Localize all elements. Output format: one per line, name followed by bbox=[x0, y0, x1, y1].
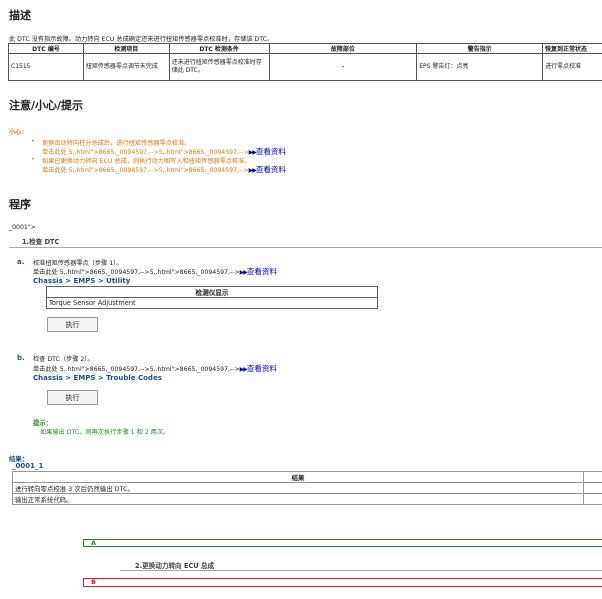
step1-title: 1.检查 DTC bbox=[22, 238, 60, 246]
description-heading: 描述 bbox=[9, 9, 31, 22]
dtc-cell-condition: 还未进行扭矩传感器零点校准时存储此 DTC。 bbox=[168, 53, 270, 81]
procedure-fragment: _0001"> bbox=[9, 224, 36, 231]
dtc-cell-item: 扭矩传感器零点调节未完成 bbox=[82, 53, 170, 81]
table-row: 进行转向零点校准 3 次后仍然输出 DTC。 bbox=[11, 482, 602, 494]
caution-label: 小心： bbox=[9, 129, 28, 136]
dtc-table-header-row: DTC 编号 检测项目 DTC 检测条件 故障部位 警告指示 恢复到正常状态 bbox=[8, 43, 602, 54]
dtc-table: DTC 编号 检测项目 DTC 检测条件 故障部位 警告指示 恢复到正常状态 C… bbox=[8, 43, 602, 81]
double-triangle-right-icon: ▶▶ bbox=[248, 167, 257, 174]
hint-label: 提示： bbox=[33, 419, 53, 427]
step-b-line2: 单击此处 5,.html">8665,_0094597,-->5,.html">… bbox=[33, 363, 277, 374]
step-a-ref: 单击此处 5,.html">8665,_0094597,-->5,.html">… bbox=[33, 269, 240, 276]
caution-item-2-ref: 单击此处 5,.html">8665,_0094597,-->5,.html">… bbox=[42, 167, 249, 174]
double-triangle-right-icon: ▶▶ bbox=[248, 149, 257, 156]
caution-item-2-line2: 单击此处 5,.html">8665,_0094597,-->5,.html">… bbox=[42, 164, 286, 175]
divider bbox=[120, 570, 602, 571]
execute-button[interactable]: 执行 bbox=[47, 317, 98, 332]
dtc-table-row: C1515 扭矩传感器零点调节未完成 还未进行扭矩传感器零点校准时存储此 DTC… bbox=[8, 53, 602, 81]
result-header: 结果 bbox=[11, 471, 585, 483]
double-triangle-right-icon: ▶▶ bbox=[239, 366, 248, 373]
result-header-extra bbox=[583, 471, 602, 483]
tester-display-value: Torque Sensor Adjustment bbox=[46, 297, 378, 309]
result-cell: 进行转向零点校准 3 次后仍然输出 DTC。 bbox=[11, 482, 585, 494]
branch-b-label: B bbox=[91, 578, 96, 586]
tester-display-header: 检测仪显示 bbox=[46, 286, 378, 298]
procedure-heading: 程序 bbox=[9, 198, 31, 211]
result-cell: 输出正常系统代码。 bbox=[11, 493, 585, 505]
result-header-row: 结果 bbox=[11, 471, 602, 483]
execute-button[interactable]: 执行 bbox=[47, 390, 98, 405]
table-row: 输出正常系统代码。 bbox=[11, 493, 602, 505]
result-cell-extra bbox=[583, 493, 602, 505]
hint-text: 如果输出 DTC，则再次执行步骤 1 和 2 两次。 bbox=[40, 429, 170, 436]
branch-b-box: B bbox=[83, 578, 602, 587]
branch-a-label: A bbox=[91, 539, 97, 547]
step-a-link[interactable]: 查看资料 bbox=[247, 267, 277, 276]
caution-item-1-link[interactable]: 查看资料 bbox=[256, 147, 286, 156]
dtc-header-cell: 检测项目 bbox=[82, 43, 170, 54]
dtc-header-cell: 故障部位 bbox=[268, 43, 418, 54]
caution-bullet: • bbox=[31, 156, 35, 163]
dtc-header-cell: DTC 检测条件 bbox=[168, 43, 270, 54]
step-b-path: Chassis > EMPS > Trouble Codes bbox=[33, 374, 162, 382]
tester-display-table: 检测仪显示 Torque Sensor Adjustment bbox=[46, 286, 378, 309]
step-a-marker: a. bbox=[17, 258, 25, 266]
dtc-header-cell: 恢复到正常状态 bbox=[542, 43, 602, 54]
caution-item-1-ref: 单击此处 5,.html">8665,_0094597,-->5,.html">… bbox=[42, 149, 249, 156]
step2-title: 2.更换动力转向 ECU 总成 bbox=[135, 562, 215, 570]
dtc-header-cell: DTC 编号 bbox=[8, 43, 84, 54]
step-b-marker: b. bbox=[17, 354, 25, 362]
step-b-link[interactable]: 查看资料 bbox=[247, 364, 277, 373]
caution-heading: 注意/小心/提示 bbox=[9, 99, 84, 112]
step-a-path: Chassis > EMPS > Utility bbox=[33, 277, 131, 285]
step-a-line2: 单击此处 5,.html">8665,_0094597,-->5,.html">… bbox=[33, 266, 277, 277]
result-cell-extra bbox=[583, 482, 602, 494]
step-b-ref: 单击此处 5,.html">8665,_0094597,-->5,.html">… bbox=[33, 366, 240, 373]
double-triangle-right-icon: ▶▶ bbox=[239, 269, 248, 276]
caution-item-2-link[interactable]: 查看资料 bbox=[256, 165, 286, 174]
dtc-cell-code: C1515 bbox=[8, 53, 84, 81]
result-anchor: _0001_1 bbox=[12, 462, 44, 470]
result-table: 结果 进行转向零点校准 3 次后仍然输出 DTC。 输出正常系统代码。 bbox=[11, 471, 602, 505]
dtc-cell-recovery: 进行零点校准 bbox=[542, 53, 602, 81]
caution-bullet: • bbox=[31, 138, 35, 145]
description-text: 此 DTC 没有指示故障。动力转向 ECU 总成确定还未进行扭矩传感器零点校准时… bbox=[9, 36, 274, 43]
dtc-cell-area: - bbox=[268, 53, 418, 81]
dtc-cell-warning: EPS 警告灯：点亮 bbox=[416, 53, 543, 81]
dtc-header-cell: 警告指示 bbox=[416, 43, 543, 54]
divider bbox=[9, 247, 602, 248]
step-b-line1: 检查 DTC（步骤 2）。 bbox=[33, 356, 94, 363]
branch-a-box: A bbox=[83, 539, 602, 547]
